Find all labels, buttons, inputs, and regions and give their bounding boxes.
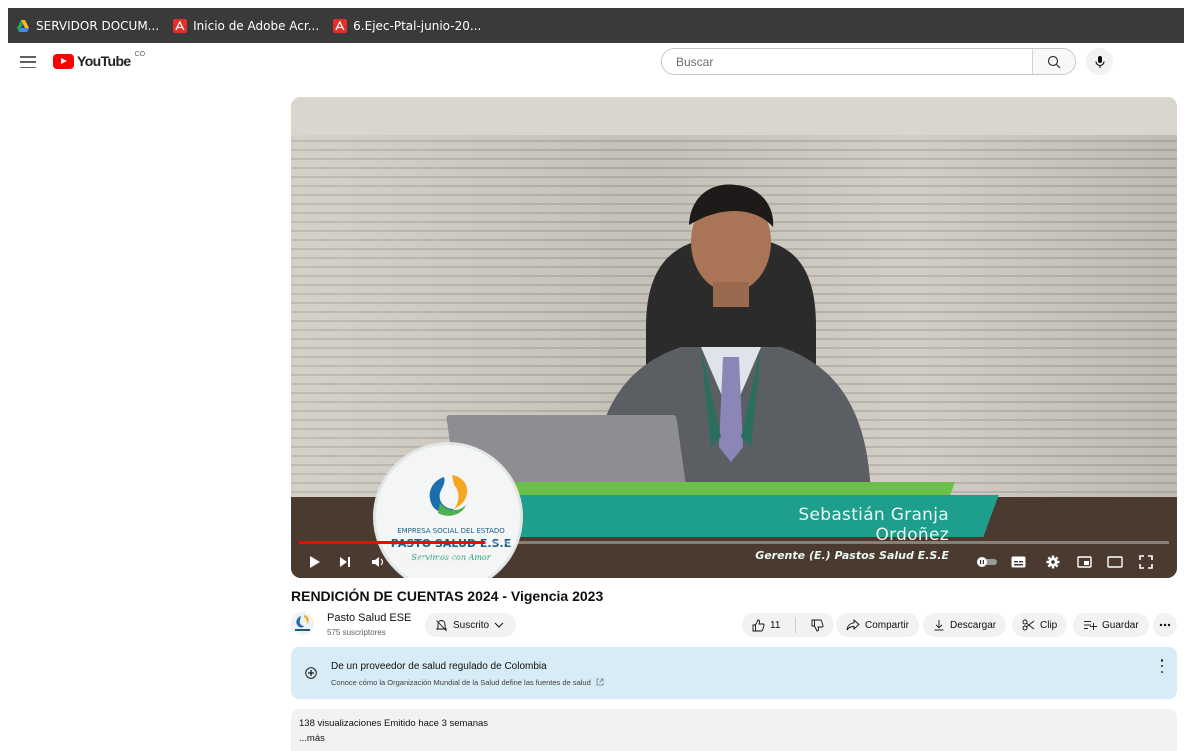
- youtube-logo[interactable]: YouTube CO: [53, 50, 146, 69]
- like-dislike-group: 11: [742, 613, 835, 637]
- thumbs-up-icon: [752, 619, 765, 631]
- theater-mode-icon: [1107, 556, 1123, 568]
- next-icon: [340, 557, 350, 567]
- autoplay-toggle[interactable]: [975, 553, 999, 571]
- next-button[interactable]: [339, 553, 351, 571]
- more-vertical-icon[interactable]: [1159, 659, 1165, 673]
- info-panel-title: De un proveedor de salud regulado de Col…: [331, 661, 547, 672]
- google-drive-icon: [17, 19, 29, 32]
- bookmark-label: 6.Ejec-Ptal-junio-20...: [353, 18, 482, 33]
- settings-button[interactable]: [1046, 553, 1060, 571]
- lower-third: Sebastián Granja Ordoñez Gerente (E.) Pa…: [729, 505, 949, 562]
- fullscreen-button[interactable]: [1139, 553, 1153, 571]
- like-divider: [795, 617, 797, 633]
- chevron-down-icon: [494, 622, 504, 628]
- pasto-salud-logo-icon: [429, 475, 468, 516]
- microphone-icon: [1094, 55, 1105, 68]
- clip-button[interactable]: Clip: [1012, 613, 1068, 637]
- bookmark-label: Inicio de Adobe Acr...: [193, 18, 320, 33]
- bookmark-servidor[interactable]: SERVIDOR DOCUM...: [16, 19, 159, 33]
- more-horizontal-icon: [1159, 623, 1171, 627]
- share-icon: [846, 619, 860, 631]
- health-source-info-panel[interactable]: De un proveedor de salud regulado de Col…: [291, 647, 1177, 699]
- thumbs-down-icon: [811, 619, 824, 631]
- show-more-link[interactable]: ...más: [299, 733, 325, 744]
- hamburger-menu-icon[interactable]: [20, 54, 36, 70]
- bookmark-ejec-ptal[interactable]: 6.Ejec-Ptal-junio-20...: [333, 18, 482, 33]
- channel-name[interactable]: Pasto Salud ESE: [327, 612, 411, 624]
- description-box[interactable]: 138 visualizaciones Emitido hace 3 seman…: [291, 709, 1177, 751]
- more-actions-button[interactable]: [1153, 613, 1177, 637]
- play-icon: [310, 556, 320, 568]
- lower-third-role: Gerente (E.) Pastos Salud E.S.E: [755, 549, 949, 562]
- search-button[interactable]: [1032, 49, 1075, 74]
- like-button[interactable]: 11: [742, 613, 790, 637]
- lower-third-name: Sebastián Granja Ordoñez: [798, 505, 949, 545]
- add-to-playlist-icon: [1084, 621, 1097, 630]
- save-label: Guardar: [1102, 619, 1139, 631]
- download-label: Descargar: [950, 619, 997, 631]
- download-button[interactable]: Descargar: [923, 613, 1007, 637]
- adobe-pdf-icon: [333, 18, 348, 33]
- info-panel-subtitle[interactable]: Conoce cómo la Organización Mundial de l…: [331, 678, 591, 687]
- search-icon: [1047, 55, 1061, 68]
- volume-button[interactable]: [371, 553, 385, 571]
- dislike-button[interactable]: [801, 613, 834, 637]
- video-stats: 138 visualizaciones Emitido hace 3 seman…: [299, 718, 489, 729]
- bookmark-adobe-inicio[interactable]: Inicio de Adobe Acr...: [173, 18, 320, 33]
- fullscreen-icon: [1139, 555, 1153, 569]
- logo-line1: EMPRESA SOCIAL DEL ESTADO: [397, 527, 505, 535]
- bookmark-label: SERVIDOR DOCUM...: [36, 18, 160, 33]
- autoplay-toggle-icon: [977, 557, 997, 567]
- share-label: Compartir: [865, 619, 909, 631]
- bookmarks-strip: SERVIDOR DOCUM... Inicio de Adobe Acr...…: [8, 8, 1184, 43]
- video-player[interactable]: Sebastián Granja Ordoñez Gerente (E.) Pa…: [291, 97, 1177, 578]
- volume-icon: [372, 557, 384, 567]
- subscribed-label: Suscrito: [453, 619, 490, 631]
- youtube-play-icon: [53, 53, 74, 69]
- info-panel-link-row[interactable]: Conoce cómo la Organización Mundial de l…: [331, 678, 604, 687]
- time-display: 18:56 / 1:28:24: [401, 556, 471, 566]
- subscribed-button[interactable]: Suscrito: [425, 613, 517, 637]
- video-frame-ceiling: [291, 97, 1177, 135]
- theater-mode-button[interactable]: [1107, 553, 1123, 571]
- gear-icon: [1046, 555, 1060, 569]
- bookmarks-bar: SERVIDOR DOCUM... Inicio de Adobe Acr...…: [0, 0, 1184, 43]
- channel-row: Pasto Salud ESE 575 suscriptores Suscrit…: [291, 612, 1177, 640]
- adobe-pdf-icon: [173, 18, 188, 33]
- youtube-logo-text: YouTube: [77, 53, 131, 69]
- progress-bar-played: [299, 541, 486, 544]
- video-title: RENDICIÓN DE CUENTAS 2024 - Vigencia 202…: [291, 588, 604, 604]
- subscriber-count: 575 suscriptores: [327, 628, 386, 637]
- voice-search-button[interactable]: [1086, 48, 1113, 75]
- country-code-badge: CO: [134, 50, 146, 58]
- progress-bar[interactable]: [299, 541, 1169, 544]
- scissors-icon: [1022, 619, 1035, 631]
- save-button[interactable]: Guardar: [1073, 613, 1149, 637]
- bell-off-icon: [435, 619, 448, 631]
- search-box: [661, 48, 1076, 75]
- like-count: 11: [770, 619, 781, 631]
- channel-avatar-logo-icon: [291, 612, 314, 635]
- share-button[interactable]: Compartir: [836, 613, 919, 637]
- search-input[interactable]: [662, 49, 1032, 74]
- subtitles-button[interactable]: [1011, 553, 1026, 571]
- download-icon: [934, 620, 944, 631]
- subtitles-icon: [1011, 556, 1026, 568]
- external-link-icon: [596, 678, 604, 686]
- miniplayer-icon: [1077, 556, 1092, 568]
- health-cross-icon: [305, 667, 317, 679]
- channel-avatar[interactable]: [291, 612, 314, 635]
- clip-label: Clip: [1040, 619, 1058, 631]
- play-button[interactable]: [309, 553, 321, 571]
- miniplayer-button[interactable]: [1077, 553, 1092, 571]
